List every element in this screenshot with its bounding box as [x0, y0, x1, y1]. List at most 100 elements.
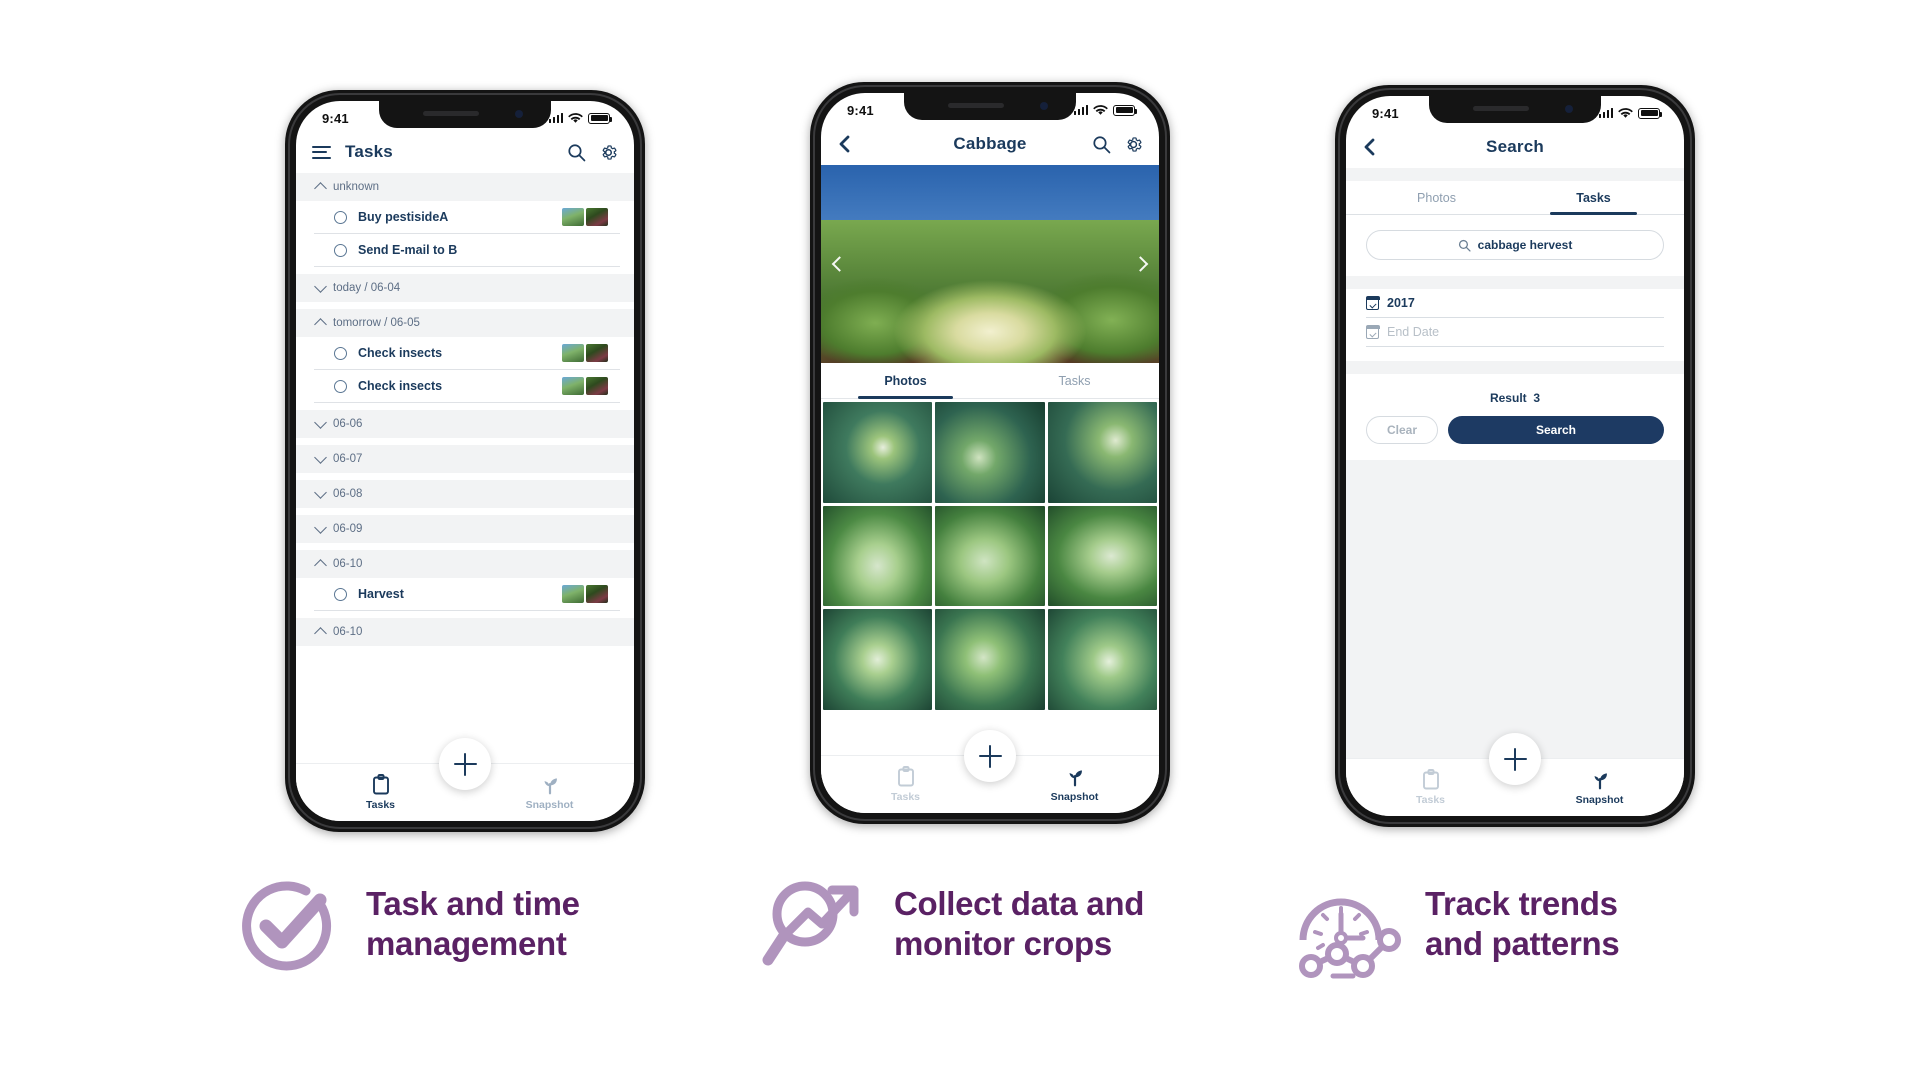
search-tabs[interactable]: Photos Tasks	[1346, 181, 1684, 215]
status-time: 9:41	[847, 102, 874, 118]
task-group-header[interactable]: 06-10	[296, 618, 634, 646]
task-row[interactable]: Harvest	[314, 578, 620, 611]
photo-thumbnail[interactable]	[823, 402, 933, 503]
task-thumbnails[interactable]	[562, 208, 608, 226]
hero-photo[interactable]	[821, 165, 1159, 363]
tab-tasks[interactable]: Tasks	[296, 774, 465, 811]
tab-snapshot[interactable]: Snapshot	[465, 774, 634, 811]
task-group-header[interactable]: unknown	[296, 173, 634, 201]
task-list[interactable]: unknown Buy pestisideA Send E-mail to B tod…	[296, 173, 634, 763]
end-date-field[interactable]: End Date	[1365, 318, 1664, 347]
photo-thumbnail[interactable]	[935, 402, 1045, 503]
task-checkbox[interactable]	[334, 379, 347, 393]
phone3-screen: 9:41 Search Photos Tasks cabbage hervest	[1346, 96, 1684, 816]
status-indicators	[1073, 104, 1138, 116]
task-checkbox[interactable]	[334, 210, 347, 224]
tab-label: Tasks	[1576, 190, 1611, 205]
search-icon[interactable]	[1092, 135, 1111, 154]
task-thumbnails[interactable]	[562, 377, 608, 395]
search-icon[interactable]	[567, 143, 586, 162]
photo-thumbnail[interactable]	[823, 505, 933, 607]
hero-photo-foreground	[821, 220, 1159, 363]
gear-icon[interactable]	[1124, 135, 1143, 154]
sprout-icon	[544, 778, 557, 795]
phone2-status-bar: 9:41	[821, 93, 1159, 123]
clear-button[interactable]: Clear	[1366, 416, 1438, 444]
tab-snapshot[interactable]: Snapshot	[1515, 769, 1684, 806]
group-spacer	[296, 611, 634, 618]
task-checkbox[interactable]	[334, 346, 347, 360]
add-button[interactable]	[1489, 733, 1541, 785]
sprout-icon	[1069, 770, 1082, 787]
task-thumbnails[interactable]	[562, 585, 608, 603]
caption3-line2: and patterns	[1425, 925, 1620, 962]
task-thumbnail[interactable]	[586, 344, 608, 362]
phone1-nav-bar: Tasks	[296, 131, 634, 173]
photo-thumbnail[interactable]	[1047, 505, 1157, 607]
photo-thumbnail[interactable]	[935, 609, 1045, 710]
task-thumbnail[interactable]	[586, 585, 608, 603]
task-group-label: 06-08	[333, 488, 363, 500]
photo-thumbnail[interactable]	[823, 609, 933, 710]
chevron-up-icon	[314, 627, 327, 640]
task-group-header[interactable]: 06-06	[296, 410, 634, 438]
phone1-screen: 9:41 Tasks unknown Buy pestisideA Send E…	[296, 101, 634, 821]
task-group-header[interactable]: today / 06-04	[296, 274, 634, 302]
task-thumbnail[interactable]	[562, 208, 584, 226]
tab-tasks[interactable]: Tasks	[1346, 769, 1515, 806]
tab-tasks[interactable]: Tasks	[990, 363, 1159, 398]
task-thumbnail[interactable]	[562, 344, 584, 362]
calendar-icon	[1365, 296, 1380, 310]
add-button[interactable]	[964, 730, 1016, 782]
task-thumbnail[interactable]	[562, 585, 584, 603]
add-button[interactable]	[439, 738, 491, 790]
detail-tabs[interactable]: Photos Tasks	[821, 363, 1159, 399]
task-group-header[interactable]: 06-10	[296, 550, 634, 578]
task-thumbnail[interactable]	[586, 377, 608, 395]
tab-label: Photos	[884, 373, 927, 388]
battery-icon	[588, 112, 613, 124]
tab-tasks-label: Tasks	[891, 791, 920, 803]
caption1-line1: Task and time	[366, 884, 580, 922]
task-row[interactable]: Buy pestisideA	[314, 201, 620, 234]
task-group-header[interactable]: 06-09	[296, 515, 634, 543]
wifi-icon	[1618, 107, 1633, 118]
task-row[interactable]: Check insects	[314, 337, 620, 370]
chevron-down-icon	[314, 521, 327, 534]
hamburger-icon[interactable]	[312, 145, 331, 159]
gear-icon[interactable]	[599, 143, 618, 162]
tab-tasks[interactable]: Tasks	[1515, 181, 1672, 215]
tab-photos[interactable]: Photos	[821, 363, 990, 399]
task-row[interactable]: Send E-mail to B	[314, 234, 620, 267]
tab-photos[interactable]: Photos	[1358, 181, 1515, 214]
task-thumbnails[interactable]	[562, 344, 608, 362]
task-group-header[interactable]: tomorrow / 06-05	[296, 309, 634, 337]
task-row[interactable]: Check insects	[314, 370, 620, 403]
phone3-tab-bar: Tasks Snapshot	[1346, 733, 1684, 816]
task-group-header[interactable]: 06-07	[296, 445, 634, 473]
caption2-line1: Collect data and	[894, 884, 1145, 922]
tab-tasks[interactable]: Tasks	[821, 766, 990, 803]
group-spacer	[296, 302, 634, 309]
task-group-label: tomorrow / 06-05	[333, 317, 420, 329]
search-button[interactable]: Search	[1448, 416, 1664, 444]
tab-snapshot[interactable]: Snapshot	[990, 766, 1159, 803]
page-title: Tasks	[345, 142, 393, 161]
photo-thumbnail[interactable]	[935, 505, 1045, 607]
task-group-header[interactable]: 06-08	[296, 480, 634, 508]
photo-grid[interactable]	[821, 399, 1159, 755]
start-date-field[interactable]: 2017	[1365, 289, 1664, 318]
tab-snapshot-label: Snapshot	[1050, 791, 1099, 803]
tab-snapshot-label: Snapshot	[525, 799, 574, 811]
photo-thumbnail[interactable]	[1047, 402, 1157, 503]
cellular-signal-icon	[1073, 105, 1088, 115]
task-thumbnail[interactable]	[562, 377, 584, 395]
task-checkbox[interactable]	[334, 243, 347, 257]
result-label: Result	[1489, 391, 1527, 405]
photo-thumbnail[interactable]	[1047, 609, 1157, 710]
chevron-down-icon	[314, 280, 327, 293]
task-thumbnail[interactable]	[586, 208, 608, 226]
task-checkbox[interactable]	[334, 587, 347, 601]
chevron-down-icon	[314, 451, 327, 464]
search-input[interactable]: cabbage hervest	[1366, 230, 1664, 260]
